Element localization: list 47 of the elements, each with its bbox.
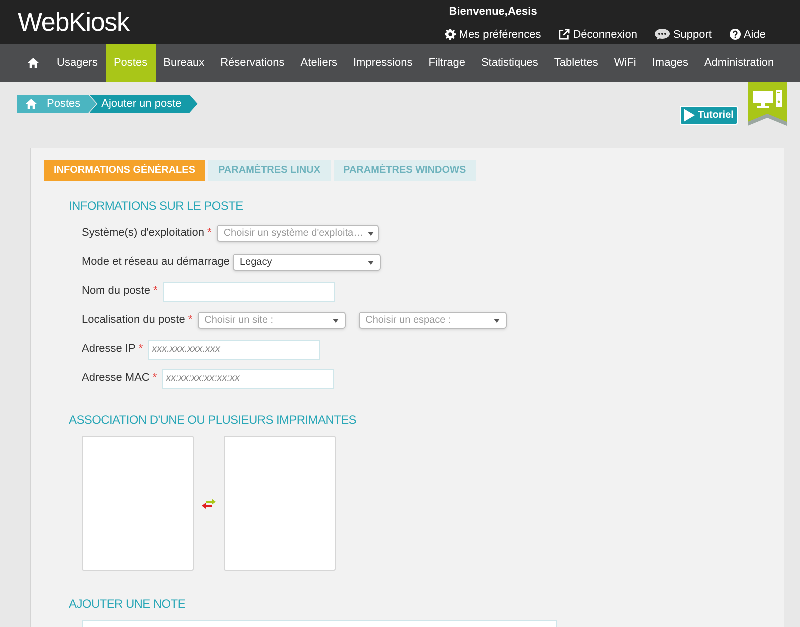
section-heading: AJOUTER UNE NOTE <box>69 596 187 613</box>
field-label: Système(s) d'exploitation <box>82 226 205 242</box>
caret-icon <box>368 260 374 264</box>
printer-list[interactable] <box>82 436 194 571</box>
required-mark: * <box>153 284 158 300</box>
header-link[interactable]: Mes préférences <box>445 26 542 43</box>
input-field[interactable] <box>162 282 335 302</box>
nav-tab[interactable]: Images <box>644 44 696 82</box>
nav-tab[interactable]: WiFi <box>606 44 644 82</box>
nav-tab[interactable]: Usagers <box>49 44 106 82</box>
nav-tab[interactable]: Ateliers <box>292 44 346 82</box>
help-icon <box>730 29 741 40</box>
home-icon <box>26 99 37 109</box>
field-label: Adresse IP <box>82 342 136 358</box>
welcome-text: Bienvenue,Aesis <box>449 5 538 20</box>
required-mark: * <box>152 371 158 386</box>
nav-tab[interactable]: Filtrage <box>420 44 474 82</box>
swap-arrows-icon[interactable] <box>202 498 216 508</box>
caret-icon <box>332 318 339 322</box>
nav-tab[interactable]: Tablettes <box>546 44 606 82</box>
field-label: Nom du poste <box>82 284 150 300</box>
header-link[interactable]: Support <box>655 26 712 43</box>
nav-tab[interactable]: Administration <box>696 44 782 82</box>
caret-icon <box>368 232 374 236</box>
header-link[interactable]: Aide <box>730 26 766 43</box>
nav-tab[interactable]: Bureaux <box>156 44 213 82</box>
nav-tab[interactable]: Statistiques <box>473 44 546 82</box>
field-label: Adresse MAC <box>82 371 150 386</box>
field-label: Mode et réseau au démarrage <box>82 255 230 270</box>
required-mark: * <box>208 226 212 242</box>
printer-list[interactable] <box>224 436 336 571</box>
section-heading: ASSOCIATION D'UNE OU PLUSIEURS IMPRIMANTES <box>69 412 358 429</box>
select-field[interactable]: Legacy <box>232 254 381 271</box>
field-label: Localisation du poste <box>82 313 186 328</box>
play-icon <box>684 109 695 122</box>
external-link-icon <box>559 29 570 40</box>
required-mark: * <box>138 342 144 358</box>
app-logo: WebKiosk <box>18 9 130 35</box>
chat-icon <box>655 29 670 40</box>
caret-icon <box>494 318 500 322</box>
nav-tab[interactable]: Impressions <box>345 44 421 82</box>
gear-icon <box>445 29 456 40</box>
section-heading: INFORMATIONS SUR LE POSTE <box>69 198 244 215</box>
ribbon-icon <box>748 82 787 126</box>
header-link[interactable]: Déconnexion <box>559 26 638 43</box>
required-mark: * <box>188 313 193 328</box>
nav-tab[interactable]: Réservations <box>212 44 293 82</box>
